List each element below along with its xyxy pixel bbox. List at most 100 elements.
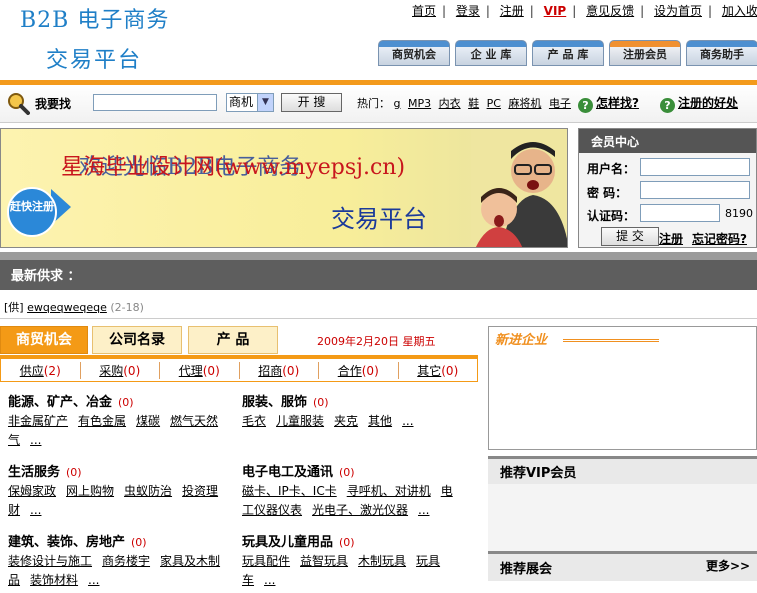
new-companies-title: 新进企业 <box>495 333 548 348</box>
member-submit-button[interactable]: 提 交 <box>601 227 659 246</box>
category-count: (0) <box>339 466 355 479</box>
nav-tab-trade[interactable]: 商贸机会 <box>378 40 450 66</box>
top-link-set-home[interactable]: 设为首页 <box>654 4 702 18</box>
category-link[interactable]: 光电子、激光仪器 <box>312 503 408 517</box>
nav-tab-companies[interactable]: 企 业 库 <box>455 40 527 66</box>
category-link[interactable]: 益智玩具 <box>300 554 348 568</box>
category-link[interactable]: 儿童服装 <box>276 414 324 428</box>
category-count: (0) <box>339 536 355 549</box>
top-link-favorite[interactable]: 加入收藏 <box>722 4 757 18</box>
nav-tab-assistant[interactable]: 商务助手 <box>686 40 757 66</box>
hot-item[interactable]: MP3 <box>408 97 431 110</box>
tab-company-directory[interactable]: 公司名录 <box>92 326 182 354</box>
vip-members-title: 推荐VIP会员 <box>488 456 757 484</box>
category-link[interactable]: 商务楼宇 <box>102 554 150 568</box>
hot-item[interactable]: PC <box>487 97 501 110</box>
category-more-link[interactable]: ... <box>88 573 99 587</box>
subtab-cooperation[interactable]: 合作(0) <box>319 361 399 379</box>
category-title[interactable]: 服装、服饰 <box>242 395 307 410</box>
why-register-text[interactable]: 注册的好处 <box>678 96 738 110</box>
search-type-select[interactable]: 商机 ▼ <box>226 93 274 112</box>
category-link[interactable]: 保姆家政 <box>8 484 56 498</box>
subtab-agent[interactable]: 代理(0) <box>160 361 240 379</box>
how-find-link[interactable]: ? 怎样找? <box>578 94 639 113</box>
tab-products[interactable]: 产 品 <box>188 326 278 354</box>
subtab-label[interactable]: 采购 <box>99 364 123 378</box>
subtab-label[interactable]: 代理 <box>179 364 203 378</box>
category-title[interactable]: 能源、矿产、冶金 <box>8 395 112 410</box>
username-input[interactable] <box>640 158 750 176</box>
subtab-other[interactable]: 其它(0) <box>399 362 478 379</box>
category-link[interactable]: 网上购物 <box>66 484 114 498</box>
nav-tab-products[interactable]: 产 品 库 <box>532 40 604 66</box>
register-badge[interactable]: 赶快注册 <box>7 187 57 237</box>
member-register-link[interactable]: 注册 <box>659 230 683 247</box>
category-link[interactable]: 有色金属 <box>78 414 126 428</box>
promo-banner[interactable]: 欢迎光临B2B电子商务 星海毕业设计网(www.myepsj.cn) 交易平台 … <box>0 128 568 248</box>
category-title[interactable]: 玩具及儿童用品 <box>242 535 333 550</box>
search-input[interactable] <box>93 94 217 111</box>
subtab-purchase[interactable]: 采购(0) <box>81 361 160 379</box>
category-title[interactable]: 电子电工及通讯 <box>242 465 333 480</box>
category-more-link[interactable]: ... <box>30 503 41 517</box>
top-link-vip[interactable]: VIP <box>544 4 567 18</box>
hot-item[interactable]: 鞋 <box>468 97 479 110</box>
category-block: 电子电工及通讯 (0) 磁卡、IP卡、IC卡 寻呼机、对讲机 电工仪器仪表 光电子、激光… <box>242 463 464 520</box>
category-link[interactable]: 装修设计与施工 <box>8 554 92 568</box>
search-type-value: 商机 <box>229 95 254 109</box>
captcha-code: 8190 <box>725 207 753 220</box>
top-link-feedback[interactable]: 意见反馈 <box>586 4 634 18</box>
category-link[interactable]: 木制玩具 <box>358 554 406 568</box>
expo-more-link[interactable]: 更多>> <box>706 557 750 574</box>
top-link-register[interactable]: 注册 <box>500 4 524 18</box>
category-title[interactable]: 生活服务 <box>8 465 60 480</box>
help-icon: ? <box>660 98 675 113</box>
nav-tab-register[interactable]: 注册会员 <box>609 40 681 66</box>
category-title[interactable]: 建筑、装饰、房地产 <box>8 535 125 550</box>
category-link[interactable]: 其他 <box>368 414 392 428</box>
category-link[interactable]: 磁卡、IP卡、IC卡 <box>242 484 337 498</box>
latest-supply-title: 最新供求 ： <box>0 260 757 290</box>
divider <box>0 318 757 319</box>
why-register-link[interactable]: ? 注册的好处 <box>660 94 738 113</box>
category-count: (0) <box>313 396 329 409</box>
supply-item-link[interactable]: ewqeqweqeqe <box>27 301 107 314</box>
subtab-label[interactable]: 供应 <box>20 364 44 378</box>
search-button[interactable]: 开 搜 <box>281 93 342 112</box>
top-link-home[interactable]: 首页 <box>412 4 436 18</box>
category-more-link[interactable]: ... <box>418 503 429 517</box>
category-link[interactable]: 寻呼机、对讲机 <box>347 484 431 498</box>
hot-item[interactable]: 麻将机 <box>508 97 541 110</box>
subtab-count: (0) <box>282 363 300 378</box>
magnifier-icon <box>8 93 30 115</box>
category-link[interactable]: 装饰材料 <box>30 573 78 587</box>
subtab-label[interactable]: 合作 <box>338 364 362 378</box>
category-count: (0) <box>118 396 134 409</box>
category-link[interactable]: 非金属矿产 <box>8 414 68 428</box>
hot-item[interactable]: 内衣 <box>439 97 461 110</box>
how-find-text[interactable]: 怎样找? <box>596 96 639 110</box>
subtab-label[interactable]: 其它 <box>417 364 441 378</box>
username-label: 用户名： <box>587 162 636 176</box>
search-label: 我要找 <box>35 97 72 111</box>
category-link[interactable]: 虫蚁防治 <box>124 484 172 498</box>
category-link[interactable]: 毛衣 <box>242 414 266 428</box>
subtab-investment[interactable]: 招商(0) <box>240 361 319 379</box>
category-link[interactable]: 夹克 <box>334 414 358 428</box>
top-link-login[interactable]: 登录 <box>456 4 480 18</box>
supply-item-type: [供] <box>4 301 24 314</box>
category-link[interactable]: 煤碳 <box>136 414 160 428</box>
category-link[interactable]: 玩具配件 <box>242 554 290 568</box>
title-decoration <box>563 339 659 342</box>
subtab-supply[interactable]: 供应(2) <box>1 361 81 379</box>
subtab-label[interactable]: 招商 <box>258 364 282 378</box>
hot-item[interactable]: 电子 <box>549 97 571 110</box>
tab-trade[interactable]: 商贸机会 <box>0 326 88 354</box>
category-more-link[interactable]: ... <box>402 414 413 428</box>
hot-item[interactable]: g <box>394 97 401 110</box>
forgot-password-link[interactable]: 忘记密码? <box>692 230 747 247</box>
captcha-input[interactable] <box>640 204 720 222</box>
category-more-link[interactable]: ... <box>30 433 41 447</box>
category-more-link[interactable]: ... <box>264 573 275 587</box>
password-input[interactable] <box>640 181 750 199</box>
